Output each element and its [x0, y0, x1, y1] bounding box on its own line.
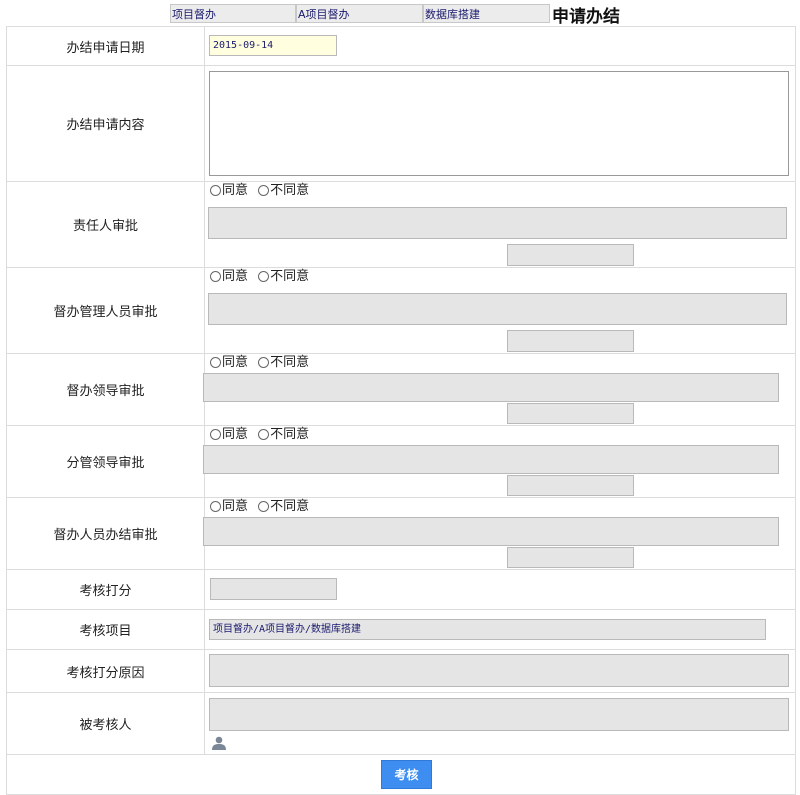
agree-radio[interactable]: [210, 185, 221, 196]
apply-content-label: 办结申请内容: [6, 65, 205, 182]
supervisor-leader-opinion-field[interactable]: [203, 373, 779, 402]
responsible-approval-label: 责任人审批: [6, 181, 205, 268]
disagree-label: 不同意: [270, 499, 310, 514]
assessment-items-label: 考核项目: [6, 609, 205, 650]
disagree-label: 不同意: [270, 355, 310, 370]
disagree-radio[interactable]: [258, 501, 270, 512]
disagree-label: 不同意: [270, 427, 310, 442]
supervisor-close-radio-group: 同意 不同意: [210, 499, 315, 515]
disagree-radio[interactable]: [258, 185, 270, 196]
agree-radio[interactable]: [210, 357, 221, 368]
agree-label: 同意: [222, 427, 249, 442]
disagree-radio[interactable]: [258, 429, 270, 440]
breadcrumb-item-database-build[interactable]: 数据库搭建: [423, 4, 550, 23]
supervisor-mgr-radio-group: 同意 不同意: [210, 269, 315, 285]
apply-date-field[interactable]: 2015-09-14: [209, 35, 337, 56]
supervisor-mgr-approval-label: 督办管理人员审批: [6, 267, 205, 354]
responsible-radio-group: 同意 不同意: [210, 183, 315, 199]
division-leader-sign-field[interactable]: [507, 475, 634, 496]
agree-radio[interactable]: [210, 271, 221, 282]
supervisor-mgr-opinion-field[interactable]: [208, 293, 787, 325]
supervisor-mgr-sign-field[interactable]: [507, 330, 634, 352]
supervisor-leader-approval-label: 督办领导审批: [6, 353, 205, 426]
assessee-field[interactable]: [209, 698, 789, 731]
person-icon[interactable]: [211, 736, 227, 750]
agree-radio[interactable]: [210, 501, 221, 512]
supervisor-leader-sign-field[interactable]: [507, 403, 634, 424]
apply-date-label: 办结申请日期: [6, 26, 205, 66]
apply-content-textarea[interactable]: [209, 71, 789, 176]
score-input[interactable]: [210, 578, 337, 600]
disagree-label: 不同意: [270, 183, 310, 198]
agree-label: 同意: [222, 183, 249, 198]
supervisor-close-approval-label: 督办人员办结审批: [6, 497, 205, 570]
score-reason-field[interactable]: [209, 654, 789, 687]
responsible-sign-field[interactable]: [507, 244, 634, 266]
division-leader-approval-label: 分管领导审批: [6, 425, 205, 498]
disagree-label: 不同意: [270, 269, 310, 284]
division-leader-radio-group: 同意 不同意: [210, 427, 315, 443]
assess-submit-button[interactable]: 考核: [381, 760, 432, 789]
agree-label: 同意: [222, 269, 249, 284]
approval-form: 办结申请日期 2015-09-14 办结申请内容 责任人审批 同意 不同意 督办…: [6, 26, 796, 795]
supervisor-close-sign-field[interactable]: [507, 547, 634, 568]
assessee-label: 被考核人: [6, 692, 205, 755]
division-leader-opinion-field[interactable]: [203, 445, 779, 474]
assessment-items-field[interactable]: 项目督办/A项目督办/数据库搭建: [209, 619, 766, 640]
disagree-radio[interactable]: [258, 271, 270, 282]
breadcrumb-item-project-supervision[interactable]: 项目督办: [170, 4, 296, 23]
page-title: 申请办结: [552, 7, 620, 27]
breadcrumb-item-a-project[interactable]: A项目督办: [296, 4, 423, 23]
responsible-opinion-field[interactable]: [208, 207, 787, 239]
agree-radio[interactable]: [210, 429, 221, 440]
agree-label: 同意: [222, 499, 249, 514]
score-label: 考核打分: [6, 569, 205, 610]
score-reason-label: 考核打分原因: [6, 649, 205, 693]
agree-label: 同意: [222, 355, 249, 370]
supervisor-leader-radio-group: 同意 不同意: [210, 355, 315, 371]
disagree-radio[interactable]: [258, 357, 270, 368]
submit-row: 考核: [6, 754, 796, 795]
supervisor-close-opinion-field[interactable]: [203, 517, 779, 546]
